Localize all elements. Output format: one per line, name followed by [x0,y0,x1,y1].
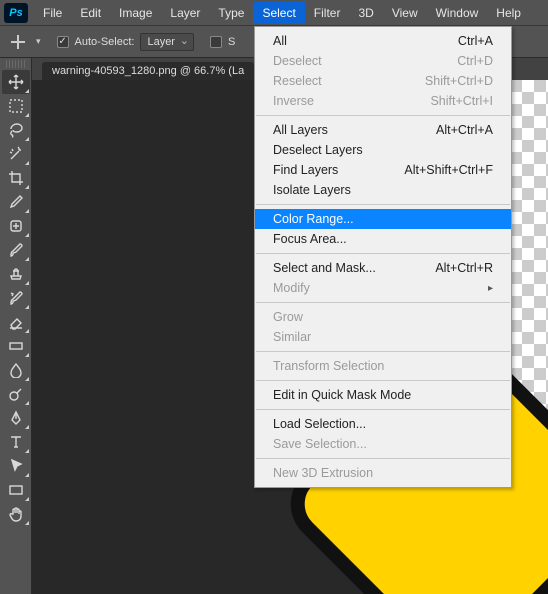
menu-item-label: Save Selection... [273,437,367,451]
path-selection-tool[interactable] [2,454,30,478]
submenu-arrow-icon: ▸ [478,283,493,294]
menu-filter[interactable]: Filter [305,2,350,24]
menu-3d[interactable]: 3D [349,2,382,24]
menu-item-reselect: Reselect Shift+Ctrl+D [255,71,511,91]
menu-window[interactable]: Window [427,2,488,24]
menu-item-shortcut: Ctrl+D [457,54,493,68]
menu-item-select-and-mask[interactable]: Select and Mask... Alt+Ctrl+R [255,258,511,278]
menu-item-all-layers[interactable]: All Layers Alt+Ctrl+A [255,120,511,140]
menubar-items: FileEditImageLayerTypeSelectFilter3DView… [34,2,530,24]
menu-file[interactable]: File [34,2,71,24]
lasso-tool[interactable] [2,118,30,142]
menu-separator [256,409,510,410]
menu-item-label: All [273,34,287,48]
menu-item-color-range[interactable]: Color Range... [255,209,511,229]
auto-select-label: Auto-Select: [75,36,135,48]
eraser-tool[interactable] [2,310,30,334]
menu-item-label: Edit in Quick Mask Mode [273,388,411,402]
blur-tool[interactable] [2,358,30,382]
menu-item-label: Color Range... [273,212,354,226]
crop-tool[interactable] [2,166,30,190]
menu-item-all[interactable]: All Ctrl+A [255,31,511,51]
app-logo: Ps [4,3,28,23]
menu-edit[interactable]: Edit [71,2,110,24]
menu-item-shortcut: Shift+Ctrl+D [425,74,493,88]
show-transform-checkbox[interactable] [210,36,222,48]
menu-item-label: Modify [273,281,310,295]
menu-image[interactable]: Image [110,2,161,24]
menu-item-label: Load Selection... [273,417,366,431]
menu-item-label: Transform Selection [273,359,384,373]
menu-item-shortcut: Alt+Shift+Ctrl+F [404,163,493,177]
menu-item-save-selection: Save Selection... [255,434,511,454]
menu-item-label: Inverse [273,94,314,108]
menu-item-shortcut: Shift+Ctrl+I [430,94,493,108]
pen-tool[interactable] [2,406,30,430]
menu-item-label: Similar [273,330,311,344]
toolbox-grip[interactable] [6,60,25,68]
auto-select-checkbox[interactable] [57,36,69,48]
menu-separator [256,253,510,254]
dodge-tool[interactable] [2,382,30,406]
menu-help[interactable]: Help [487,2,530,24]
menubar: Ps FileEditImageLayerTypeSelectFilter3DV… [0,0,548,26]
document-tab[interactable]: warning-40593_1280.png @ 66.7% (La [42,62,254,80]
menu-item-new-3d-extrusion: New 3D Extrusion [255,463,511,483]
hand-tool[interactable] [2,502,30,526]
menu-separator [256,458,510,459]
eyedropper-tool[interactable] [2,190,30,214]
menu-item-shortcut: Alt+Ctrl+A [436,123,493,137]
menu-item-label: Focus Area... [273,232,347,246]
history-brush-tool[interactable] [2,286,30,310]
menu-select[interactable]: Select [253,2,304,24]
menu-item-deselect: Deselect Ctrl+D [255,51,511,71]
menu-type[interactable]: Type [209,2,253,24]
menu-separator [256,204,510,205]
menu-item-modify: Modify ▸ [255,278,511,298]
menu-item-label: Isolate Layers [273,183,351,197]
menu-item-label: Find Layers [273,163,338,177]
menu-item-similar: Similar [255,327,511,347]
menu-item-label: Reselect [273,74,322,88]
move-tool-icon[interactable] [8,32,28,52]
menu-item-isolate-layers[interactable]: Isolate Layers [255,180,511,200]
menu-item-shortcut: Alt+Ctrl+R [435,261,493,275]
menu-item-find-layers[interactable]: Find Layers Alt+Shift+Ctrl+F [255,160,511,180]
clone-stamp-tool[interactable] [2,262,30,286]
type-tool[interactable] [2,430,30,454]
menu-item-inverse: Inverse Shift+Ctrl+I [255,91,511,111]
menu-item-transform-selection: Transform Selection [255,356,511,376]
rectangle-tool[interactable] [2,478,30,502]
menu-item-label: Grow [273,310,303,324]
menu-item-edit-in-quick-mask-mode[interactable]: Edit in Quick Mask Mode [255,385,511,405]
menu-separator [256,115,510,116]
menu-separator [256,380,510,381]
menu-view[interactable]: View [383,2,427,24]
menu-separator [256,351,510,352]
menu-item-focus-area[interactable]: Focus Area... [255,229,511,249]
move-tool[interactable] [2,70,30,94]
marquee-tool[interactable] [2,94,30,118]
menu-item-grow: Grow [255,307,511,327]
menu-item-label: New 3D Extrusion [273,466,373,480]
menu-layer[interactable]: Layer [161,2,209,24]
auto-select-target-dropdown[interactable]: Layer [140,33,194,51]
menu-item-label: Deselect Layers [273,143,363,157]
menu-separator [256,302,510,303]
healing-brush-tool[interactable] [2,214,30,238]
brush-tool[interactable] [2,238,30,262]
select-menu-dropdown: All Ctrl+A Deselect Ctrl+D Reselect Shift+Ctr… [254,26,512,488]
tool-preset-chevron-icon[interactable]: ▾ [36,36,41,47]
menu-item-label: Deselect [273,54,322,68]
menu-item-label: Select and Mask... [273,261,376,275]
menu-item-load-selection[interactable]: Load Selection... [255,414,511,434]
menu-item-deselect-layers[interactable]: Deselect Layers [255,140,511,160]
show-transform-label: S [228,36,235,48]
menu-item-label: All Layers [273,123,328,137]
magic-wand-tool[interactable] [2,142,30,166]
toolbox [0,58,32,594]
menu-item-shortcut: Ctrl+A [458,34,493,48]
gradient-tool[interactable] [2,334,30,358]
